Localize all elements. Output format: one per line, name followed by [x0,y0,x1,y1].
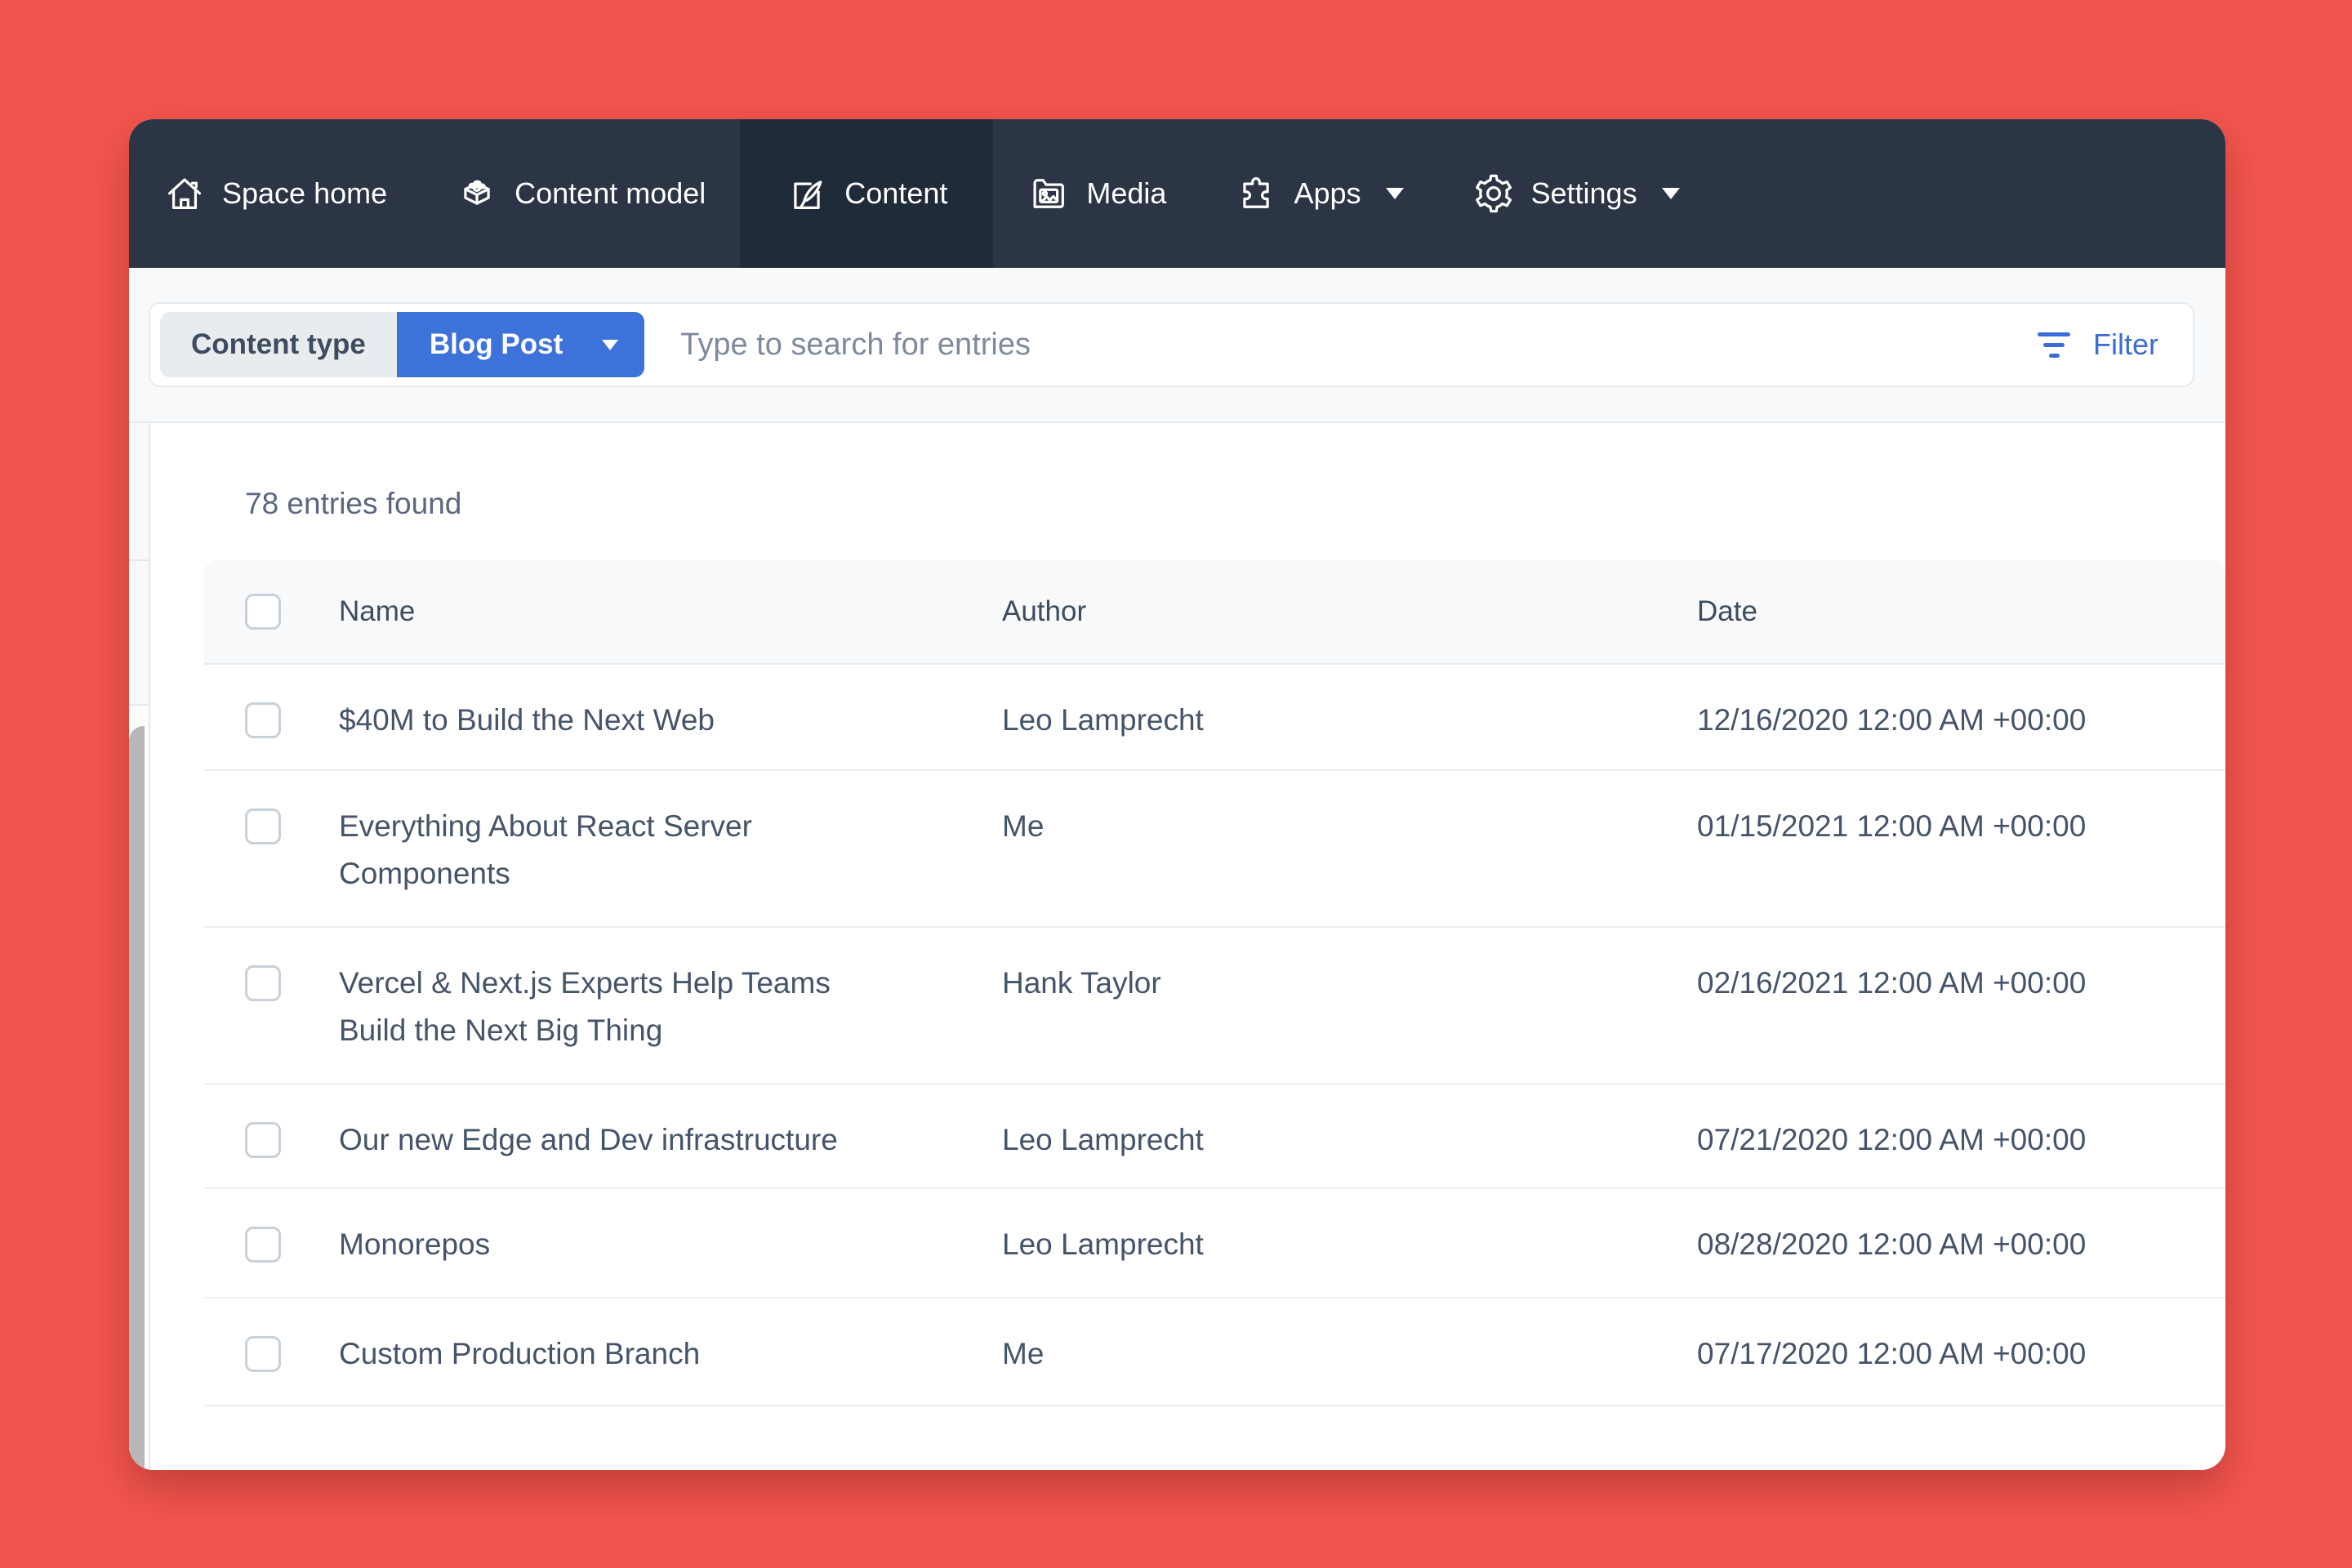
entry-date: 12/16/2020 12:00 AM +00:00 [1697,697,2225,744]
filter-icon [2038,332,2070,358]
column-header-date[interactable]: Date [1697,595,2225,628]
entry-name: Custom Production Branch [339,1330,878,1378]
filter-button[interactable]: Filter [2038,327,2158,362]
entry-name: Monorepos [339,1221,878,1268]
row-checkbox[interactable] [245,808,281,844]
content-type-value: Blog Post [430,328,563,361]
entry-author: Me [1002,1330,1697,1378]
views-sidebar-edge [129,423,150,1470]
row-checkbox[interactable] [245,702,281,738]
entry-date: 08/28/2020 12:00 AM +00:00 [1697,1221,2225,1268]
desktop-background: { "theme": { "background": "#F2554D", "n… [0,0,2352,1568]
entry-date: 01/15/2021 12:00 AM +00:00 [1697,803,2225,850]
content-model-icon [456,172,498,215]
nav-item-label: Space home [222,176,387,211]
column-header-author[interactable]: Author [1002,595,1697,628]
app-window: Space home Content model [129,119,2225,1470]
table-row[interactable]: Our new Edge and Dev infrastructure Leo … [204,1085,2225,1189]
nav-item-label: Apps [1294,176,1361,211]
entry-name: Vercel & Next.js Experts Help Teams Buil… [339,960,878,1054]
apps-icon [1235,172,1277,215]
settings-icon [1472,172,1515,215]
table-row[interactable]: Custom Production Branch Me 07/17/2020 1… [204,1298,2225,1406]
table-row[interactable]: Vercel & Next.js Experts Help Teams Buil… [204,928,2225,1085]
entry-date: 02/16/2021 12:00 AM +00:00 [1697,960,2225,1007]
main-nav: Space home Content model [129,119,2225,268]
table-header-row: Name Author Date [204,560,2225,665]
table-row[interactable]: $40M to Build the Next Web Leo Lamprecht… [204,665,2225,771]
entry-author: Me [1002,803,1697,850]
content-type-filter: Content type Blog Post [160,312,644,377]
row-checkbox[interactable] [245,1227,281,1263]
entry-name: Everything About React Server Components [339,803,878,898]
nav-item-media[interactable]: Media [993,119,1200,268]
nav-item-space-home[interactable]: Space home [129,119,421,268]
entry-author: Leo Lamprecht [1002,697,1697,744]
media-icon [1027,172,1070,215]
nav-item-settings[interactable]: Settings [1438,119,1714,268]
filter-label: Filter [2093,327,2158,362]
stacked-card-edge [129,726,145,1470]
table-row-partial [204,1406,2225,1470]
entry-author: Hank Taylor [1002,960,1697,1007]
nav-item-label: Settings [1531,176,1637,211]
content-type-select[interactable]: Blog Post [397,312,644,377]
chevron-down-icon [1662,188,1680,199]
entry-date: 07/17/2020 12:00 AM +00:00 [1697,1330,2225,1378]
entry-name: Our new Edge and Dev infrastructure [339,1116,878,1164]
nav-item-content-model[interactable]: Content model [421,119,740,268]
home-icon [163,172,206,215]
entry-author: Leo Lamprecht [1002,1221,1697,1268]
table-row[interactable]: Monorepos Leo Lamprecht 08/28/2020 12:00… [204,1189,2225,1298]
search-toolbar: Content type Blog Post Filter [129,268,2225,423]
content-icon [786,172,828,215]
row-checkbox[interactable] [245,965,281,1001]
content-area: 78 entries found Name Author Date $40M t… [129,423,2225,1470]
row-checkbox[interactable] [245,1122,281,1158]
row-checkbox[interactable] [245,1336,281,1372]
search-bar[interactable]: Content type Blog Post Filter [149,302,2194,387]
nav-item-label: Content model [514,176,706,211]
entries-table: Name Author Date $40M to Build the Next … [204,560,2225,1470]
table-row[interactable]: Everything About React Server Components… [204,771,2225,928]
entries-panel: 78 entries found Name Author Date $40M t… [204,423,2225,1470]
sidebar-divider [129,559,150,561]
chevron-down-icon [1386,188,1404,199]
search-input[interactable] [680,327,2038,363]
select-all-checkbox[interactable] [245,594,281,630]
column-header-name[interactable]: Name [339,595,1002,628]
entry-date: 07/21/2020 12:00 AM +00:00 [1697,1116,2225,1164]
nav-item-apps[interactable]: Apps [1200,119,1437,268]
entry-name: $40M to Build the Next Web [339,697,878,744]
entry-author: Leo Lamprecht [1002,1116,1697,1164]
nav-item-label: Content [844,176,947,211]
nav-item-content[interactable]: Content [740,119,993,268]
content-type-label: Content type [160,312,397,377]
nav-item-label: Media [1086,176,1166,211]
entries-count: 78 entries found [245,487,461,521]
sidebar-divider [129,704,150,706]
chevron-down-icon [602,340,618,350]
